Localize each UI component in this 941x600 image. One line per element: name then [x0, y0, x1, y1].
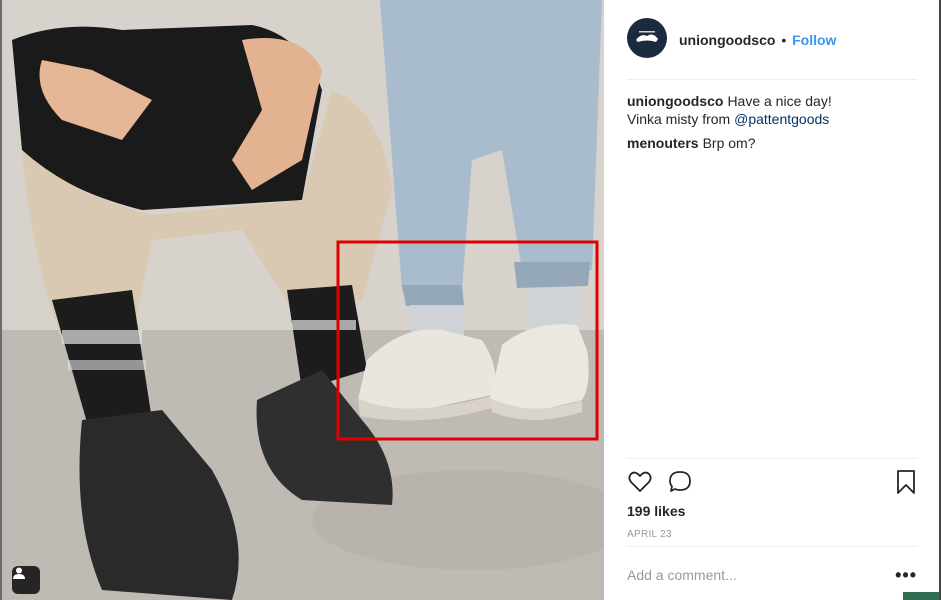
post-header: uniongoodsco • Follow — [627, 18, 917, 80]
comment-author[interactable]: uniongoodsco — [627, 93, 723, 109]
comments-list: uniongoodsco Have a nice day! Vinka misty… — [627, 92, 917, 158]
user-tag-button[interactable] — [12, 566, 40, 594]
photo-illustration — [2, 0, 604, 600]
comment-text-line2: Vinka misty from — [627, 111, 735, 127]
comment-author[interactable]: menouters — [627, 135, 699, 151]
mention-link[interactable]: @pattentgoods — [734, 111, 829, 127]
save-button[interactable] — [893, 469, 919, 495]
brand-logo-icon — [636, 31, 658, 42]
like-button[interactable] — [627, 469, 653, 495]
more-options-button[interactable]: ••• — [895, 565, 917, 586]
add-comment-section: Add a comment... ••• — [627, 546, 917, 600]
heart-icon — [628, 471, 652, 492]
caption: uniongoodsco Have a nice day! Vinka misty… — [627, 92, 917, 128]
comment-bubble-icon — [669, 471, 691, 492]
post-photo[interactable] — [0, 0, 604, 600]
comment-text: Brp om? — [702, 135, 756, 151]
comment-item: menouters Brp om? — [627, 134, 917, 152]
comment-input[interactable]: Add a comment... — [627, 567, 737, 583]
header-text: uniongoodsco • Follow — [679, 32, 836, 48]
author-username[interactable]: uniongoodsco — [679, 32, 775, 48]
post-date[interactable]: APRIL 23 — [627, 529, 672, 540]
likes-count[interactable]: 199 likes — [627, 503, 685, 519]
post-sidebar: uniongoodsco • Follow uniongoodsco Have a… — [605, 0, 941, 600]
comment-button[interactable] — [667, 469, 693, 495]
user-tag-icon — [13, 567, 25, 579]
bookmark-icon — [897, 470, 915, 494]
corner-badge — [903, 592, 939, 600]
separator-dot: • — [781, 32, 787, 48]
comment-text: Have a nice day! — [727, 93, 832, 109]
action-bar — [627, 458, 917, 508]
avatar[interactable] — [627, 18, 667, 58]
follow-button[interactable]: Follow — [792, 32, 836, 48]
